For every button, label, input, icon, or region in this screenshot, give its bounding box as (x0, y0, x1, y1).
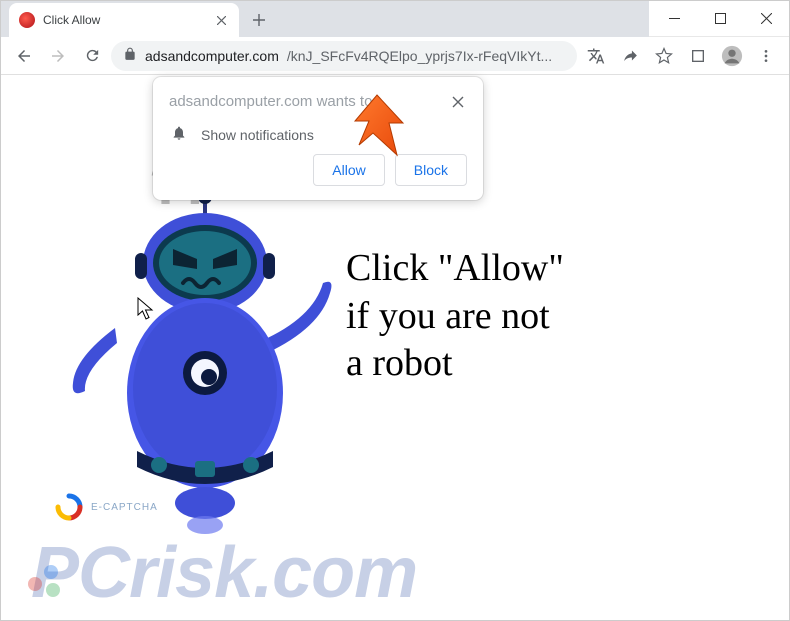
nav-forward-button[interactable] (43, 41, 73, 71)
lock-icon (123, 47, 137, 64)
page-viewport: ?? adsandcomputer.com wants to Show noti… (1, 75, 789, 620)
bookmark-star-icon[interactable] (649, 41, 679, 71)
window-close-button[interactable] (743, 1, 789, 37)
share-icon[interactable] (615, 41, 645, 71)
nav-back-button[interactable] (9, 41, 39, 71)
window-maximize-button[interactable] (697, 1, 743, 37)
tab-close-button[interactable] (213, 12, 229, 28)
browser-tab[interactable]: Click Allow (9, 3, 239, 37)
bell-icon (171, 125, 187, 144)
watermark-dots-icon (27, 560, 67, 600)
browser-toolbar: adsandcomputer.com/knJ_SFcFv4RQElpo_yprj… (1, 37, 789, 75)
address-bar[interactable]: adsandcomputer.com/knJ_SFcFv4RQElpo_yprj… (111, 41, 577, 71)
permission-popup-body: Show notifications (201, 127, 314, 143)
watermark-text: PCrisk.com (31, 532, 417, 614)
notification-permission-popup: adsandcomputer.com wants to Show notific… (153, 77, 483, 200)
permission-popup-close-button[interactable] (449, 93, 467, 111)
tab-title: Click Allow (43, 13, 205, 27)
address-host: adsandcomputer.com (145, 48, 279, 64)
window-minimize-button[interactable] (651, 1, 697, 37)
tab-favicon (19, 12, 35, 28)
address-path: /knJ_SFcFv4RQElpo_yprjs7Ix-rFeqVIkYt... (287, 48, 552, 64)
profile-avatar-icon[interactable] (717, 41, 747, 71)
extensions-icon[interactable] (683, 41, 713, 71)
main-instruction-text: Click "Allow" if you are not a robot (346, 245, 564, 388)
mouse-cursor-icon (137, 297, 155, 326)
menu-dots-icon[interactable] (751, 41, 781, 71)
new-tab-button[interactable] (245, 6, 273, 34)
translate-icon[interactable] (581, 41, 611, 71)
annotation-arrow-icon (349, 93, 409, 168)
tab-strip: Click Allow (1, 1, 649, 37)
robot-illustration (55, 183, 345, 543)
nav-reload-button[interactable] (77, 41, 107, 71)
permission-popup-title: adsandcomputer.com wants to (169, 93, 372, 110)
